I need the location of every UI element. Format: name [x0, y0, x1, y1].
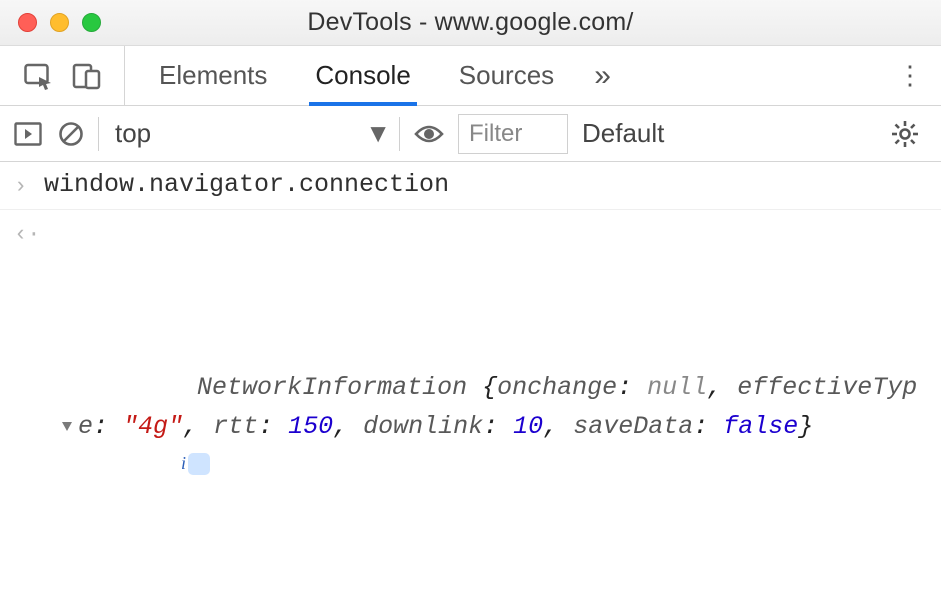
- tab-console[interactable]: Console: [311, 46, 414, 105]
- tabs-overflow-button[interactable]: »: [594, 59, 611, 93]
- summary-effectiveType: "4g": [123, 412, 183, 441]
- input-marker-icon: ›: [14, 166, 44, 205]
- tab-elements[interactable]: Elements: [155, 46, 271, 105]
- console-toolbar: top ▼ Filter Default: [0, 106, 941, 162]
- devtools-tabbar: Elements Console Sources » ⋮: [0, 46, 941, 106]
- live-expression-icon[interactable]: [414, 123, 444, 145]
- class-name: NetworkInformation: [197, 373, 467, 402]
- tab-label: Sources: [459, 60, 554, 91]
- summary-onchange: null: [647, 373, 707, 402]
- context-label: top: [115, 118, 151, 149]
- window-title: DevTools - www.google.com/: [0, 8, 941, 37]
- log-level-selector[interactable]: Default: [582, 118, 664, 149]
- info-icon[interactable]: i: [188, 453, 210, 475]
- console-settings-icon[interactable]: [881, 120, 929, 148]
- summary-saveData: false: [723, 412, 798, 441]
- toggle-drawer-icon[interactable]: [14, 122, 42, 146]
- filter-input[interactable]: Filter: [458, 114, 568, 154]
- tab-sources[interactable]: Sources: [455, 46, 558, 105]
- console-input-row[interactable]: › window.navigator.connection: [0, 162, 941, 209]
- inspect-element-icon[interactable]: [24, 62, 54, 90]
- chevron-down-icon: ▼: [365, 118, 391, 149]
- log-level-label: Default: [582, 118, 664, 148]
- summary-rtt: 150: [288, 412, 333, 441]
- console-input-text: window.navigator.connection: [44, 166, 931, 205]
- tab-label: Elements: [159, 60, 267, 91]
- minimize-window-button[interactable]: [50, 13, 69, 32]
- zoom-window-button[interactable]: [82, 13, 101, 32]
- filter-placeholder: Filter: [469, 120, 522, 148]
- device-toolbar-icon[interactable]: [72, 62, 102, 90]
- more-options-button[interactable]: ⋮: [891, 60, 931, 91]
- tab-label: Console: [315, 60, 410, 91]
- object-summary[interactable]: NetworkInformation {onchange: null, effe…: [44, 330, 931, 524]
- clear-console-icon[interactable]: [58, 121, 84, 147]
- close-window-button[interactable]: [18, 13, 37, 32]
- console-result-row[interactable]: ‹· NetworkInformation {onchange: null, e…: [0, 209, 941, 615]
- console-output: › window.navigator.connection ‹· Network…: [0, 162, 941, 615]
- summary-downlink: 10: [513, 412, 543, 441]
- titlebar: DevTools - www.google.com/: [0, 0, 941, 46]
- output-marker-icon: ‹·: [14, 214, 44, 615]
- expand-toggle-icon[interactable]: [62, 422, 72, 431]
- window-controls: [18, 13, 101, 32]
- execution-context-selector[interactable]: top ▼: [99, 114, 399, 154]
